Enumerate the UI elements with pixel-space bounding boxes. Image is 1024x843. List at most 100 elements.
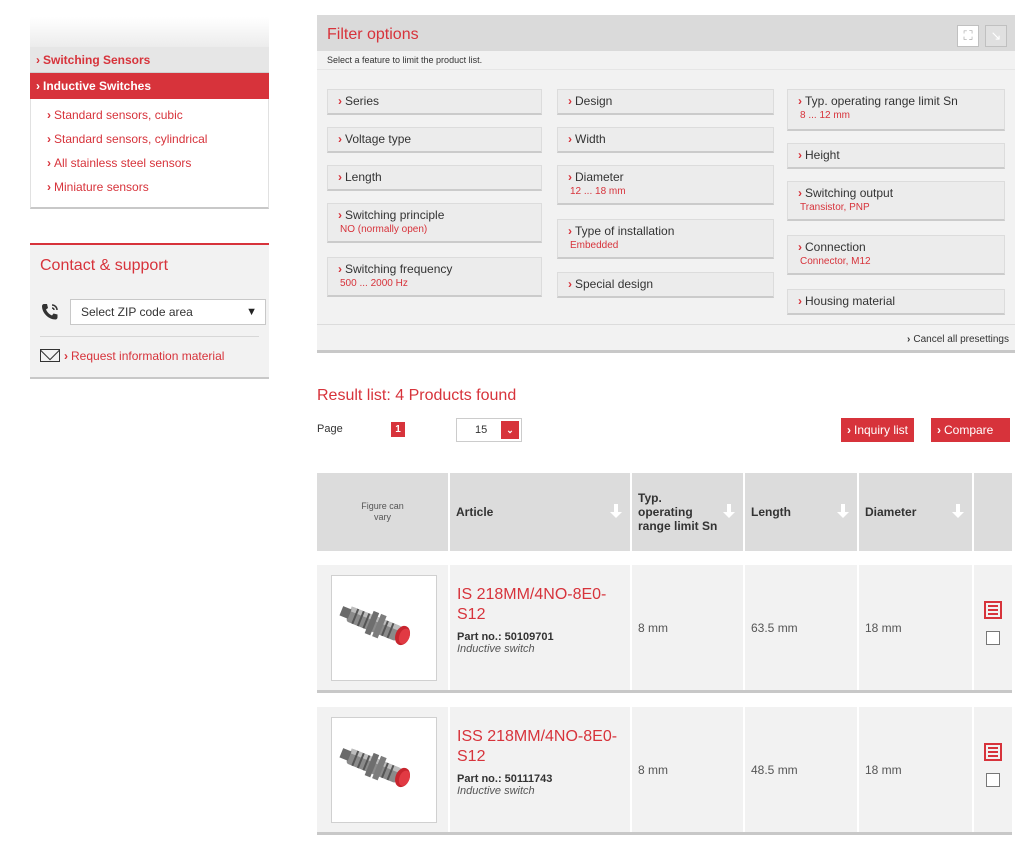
inquiry-list-label: Inquiry list	[854, 423, 909, 437]
mail-icon	[40, 349, 60, 362]
compare-label: Compare	[944, 423, 994, 437]
filter-design-button[interactable]: › Design	[557, 89, 774, 115]
subcategory-item[interactable]: › All stainless steel sensors	[31, 151, 268, 175]
product-name-link[interactable]: ISS 218MM/4NO-8E0-S12	[457, 727, 627, 767]
filter-range-button[interactable]: › Typ. operating range limit Sn 8 ... 12 m…	[787, 89, 1005, 131]
filter-diameter-button[interactable]: › Diameter 12 ... 18 mm	[557, 165, 774, 205]
subcategory-label: Miniature sensors	[54, 180, 149, 194]
inquiry-list-button[interactable]: › Inquiry list	[841, 418, 915, 442]
product-name-link[interactable]: IS 218MM/4NO-8E0-S12	[457, 585, 627, 625]
article-info: ISS 218MM/4NO-8E0-S12 Part no.: 50111743…	[457, 707, 627, 797]
per-page-value: 15	[475, 424, 488, 436]
column-length[interactable]: Length	[745, 473, 859, 551]
length-cell: 63.5 mm	[745, 565, 859, 690]
page-number-current[interactable]: 1	[391, 422, 405, 437]
part-number: Part no.: 50109701	[457, 631, 554, 643]
compare-checkbox[interactable]	[986, 631, 1000, 645]
filter-height-button[interactable]: › Height	[787, 143, 1005, 169]
filter-label: Width	[575, 132, 606, 146]
length-value: 63.5 mm	[751, 620, 798, 635]
contact-support-box: Contact & support Select ZIP code area ▼…	[30, 243, 269, 379]
column-figure: Figure can vary	[317, 473, 450, 551]
table-header: Figure can vary Article Typ. operating r…	[317, 473, 1012, 551]
expand-all-icon[interactable]: ⛶	[957, 25, 979, 47]
filter-principle-button[interactable]: › Switching principle NO (normally open)	[327, 203, 542, 243]
compare-button[interactable]: › Compare	[931, 418, 1010, 442]
phone-icon	[40, 302, 60, 327]
filter-value: 8 ... 12 mm	[800, 110, 851, 121]
sort-arrow-icon[interactable]	[952, 504, 964, 518]
product-description: Inductive switch	[457, 643, 535, 655]
filter-installation-button[interactable]: › Type of installation Embedded	[557, 219, 774, 259]
cancel-label: Cancel all presettings	[913, 334, 1009, 345]
filter-length-button[interactable]: › Length	[327, 165, 542, 191]
length-cell: 48.5 mm	[745, 707, 859, 832]
table-row: ISS 218MM/4NO-8E0-S12 Part no.: 50111743…	[317, 707, 1012, 835]
column-length-label: Length	[751, 505, 791, 519]
filter-width-button[interactable]: › Width	[557, 127, 774, 153]
compare-checkbox[interactable]	[986, 773, 1000, 787]
range-value: 8 mm	[638, 620, 668, 635]
table-row: IS 218MM/4NO-8E0-S12 Part no.: 50109701 …	[317, 565, 1012, 693]
subcategory-item[interactable]: › Standard sensors, cylindrical	[31, 127, 268, 151]
filter-housing-button[interactable]: › Housing material	[787, 289, 1005, 315]
category-inductive-switches[interactable]: › Inductive Switches	[30, 73, 269, 99]
column-article-label: Article	[456, 505, 494, 519]
filter-voltage-button[interactable]: › Voltage type	[327, 127, 542, 153]
filter-value: NO (normally open)	[340, 224, 428, 235]
part-number: Part no.: 50111743	[457, 773, 553, 785]
column-diameter-label: Diameter	[865, 505, 917, 519]
column-range-label: Typ. operating range limit Sn	[638, 491, 718, 533]
sort-arrow-icon[interactable]	[610, 504, 622, 518]
filter-options-panel: Filter options ⛶ ↘ Select a feature to l…	[317, 15, 1015, 353]
column-diameter[interactable]: Diameter	[859, 473, 974, 551]
subcategory-item[interactable]: › Standard sensors, cubic	[31, 103, 268, 127]
filter-label: Type of installation	[575, 224, 675, 238]
subcategory-item[interactable]: › Miniature sensors	[31, 175, 268, 199]
dropdown-arrow-icon: ▼	[246, 306, 257, 318]
results-table: Figure can vary Article Typ. operating r…	[317, 473, 1012, 835]
filter-frequency-button[interactable]: › Switching frequency 500 ... 2000 Hz	[327, 257, 542, 297]
chevron-down-icon[interactable]: ⌄	[501, 421, 519, 439]
filter-label: Special design	[575, 277, 654, 291]
filter-label: Voltage type	[345, 132, 412, 146]
subcategory-list: › Standard sensors, cubic › Standard senso…	[30, 99, 269, 209]
filter-connection-button[interactable]: › Connection Connector, M12	[787, 235, 1005, 275]
add-to-inquiry-list-icon[interactable]	[984, 601, 1002, 619]
request-info-link[interactable]: › Request information material	[40, 346, 224, 366]
sort-arrow-icon[interactable]	[837, 504, 849, 518]
diameter-value: 18 mm	[865, 762, 902, 777]
zip-row: Select ZIP code area ▼	[40, 297, 266, 327]
column-article[interactable]: Article	[450, 473, 632, 551]
cancel-presettings-link[interactable]: › Cancel all presettings	[907, 334, 1009, 345]
result-list-title: Result list: 4 Products found	[317, 387, 517, 404]
filter-series-button[interactable]: › Series	[327, 89, 542, 115]
sort-arrow-icon[interactable]	[723, 504, 735, 518]
page-label: Page	[317, 423, 343, 435]
length-value: 48.5 mm	[751, 762, 798, 777]
product-image[interactable]	[331, 575, 437, 681]
filter-special-design-button[interactable]: › Special design	[557, 272, 774, 298]
subcategory-label: All stainless steel sensors	[54, 156, 192, 170]
collapse-icon[interactable]: ↘	[985, 25, 1007, 47]
product-description: Inductive switch	[457, 785, 535, 797]
filter-title: Filter options	[327, 26, 419, 43]
per-page-select[interactable]: 15 ⌄	[456, 418, 522, 442]
filter-label: Connection	[805, 240, 866, 254]
category-inductive-switches-label: Inductive Switches	[43, 79, 152, 93]
filter-label: Diameter	[575, 170, 624, 184]
category-navigation: › Switching Sensors › Inductive Switches ›…	[30, 17, 269, 209]
zip-code-select[interactable]: Select ZIP code area ▼	[70, 299, 266, 325]
range-value: 8 mm	[638, 762, 668, 777]
divider	[40, 336, 259, 337]
add-to-inquiry-list-icon[interactable]	[984, 743, 1002, 761]
filter-output-button[interactable]: › Switching output Transistor, PNP	[787, 181, 1005, 221]
product-image[interactable]	[331, 717, 437, 823]
range-cell: 8 mm	[632, 565, 745, 690]
category-switching-sensors[interactable]: › Switching Sensors	[30, 47, 269, 73]
filter-label: Length	[345, 170, 382, 184]
filter-value: 12 ... 18 mm	[570, 186, 626, 197]
column-actions	[974, 473, 1012, 551]
column-range[interactable]: Typ. operating range limit Sn	[632, 473, 745, 551]
filter-value: Connector, M12	[800, 256, 871, 267]
